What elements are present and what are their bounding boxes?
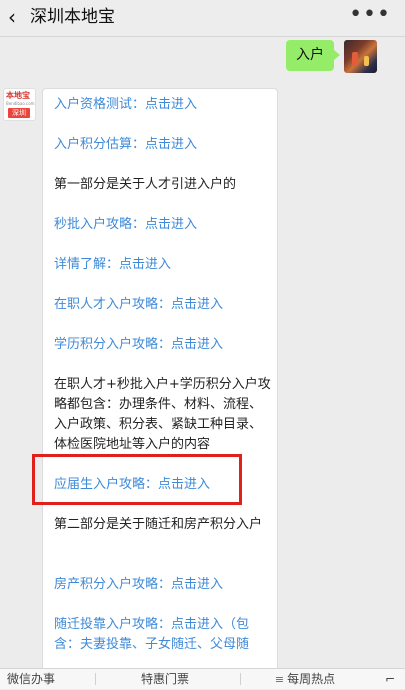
avatar-site: Bendibao.com	[6, 101, 35, 106]
user-avatar[interactable]	[344, 40, 377, 73]
outgoing-message: 入户	[286, 40, 340, 71]
avatar-tag: 深圳	[8, 108, 30, 118]
link-family-migration-guide[interactable]: 随迁投靠入户攻略：点击进入（包含：夫妻投靠、子女随迁、父母随	[54, 615, 274, 655]
incoming-message: 入户资格测试：点击进入 入户积分估算：点击进入 第一部分是关于人才引进入户的 秒…	[42, 88, 278, 668]
account-avatar[interactable]: 本地宝 Bendibao.com 深圳	[3, 88, 36, 121]
menu-divider	[240, 673, 241, 685]
avatar-brand: 本地宝	[6, 91, 30, 100]
section-2-intro: 第二部分是关于随迁和房产积分入户	[54, 517, 263, 532]
link-instant-approval-guide[interactable]: 秒批入户攻略：点击进入	[54, 215, 274, 235]
keyboard-toggle-icon[interactable]: ⌐	[378, 669, 402, 689]
more-options-icon[interactable]: •••	[349, 2, 391, 28]
chat-title: 深圳本地宝	[30, 7, 115, 27]
link-settle-eligibility-test[interactable]: 入户资格测试：点击进入	[54, 95, 274, 115]
link-points-estimate[interactable]: 入户积分估算：点击进入	[54, 135, 274, 155]
section-1-intro: 第一部分是关于人才引进入户的	[54, 177, 237, 192]
link-property-points-guide[interactable]: 房产积分入户攻略：点击进入	[54, 575, 274, 595]
link-graduate-guide[interactable]: 应届生入户攻略：点击进入	[54, 475, 274, 495]
list-icon: ≡	[274, 673, 285, 686]
link-employed-talent-guide[interactable]: 在职人才入户攻略：点击进入	[54, 295, 274, 315]
menu-divider	[95, 673, 96, 685]
link-education-points-guide[interactable]: 学历积分入户攻略：点击进入	[54, 335, 274, 355]
back-icon[interactable]: ‹	[8, 6, 16, 28]
menu-wechat-services[interactable]: 微信办事	[0, 669, 62, 689]
bottom-menu: 微信办事 特惠门票 ≡ 每周热点 ⌐	[0, 668, 405, 689]
guides-contents-paragraph: 在职人才+秒批入户+学历积分入户攻略都包含：办理条件、材料、流程、入户政策、积分…	[54, 377, 271, 452]
menu-discount-tickets[interactable]: 特惠门票	[100, 669, 230, 689]
menu-weekly-hot-label: 每周热点	[287, 672, 336, 686]
chat-header: ‹ 深圳本地宝 •••	[0, 0, 405, 37]
menu-weekly-hot[interactable]: ≡ 每周热点	[250, 669, 360, 689]
link-details[interactable]: 详情了解：点击进入	[54, 255, 274, 275]
